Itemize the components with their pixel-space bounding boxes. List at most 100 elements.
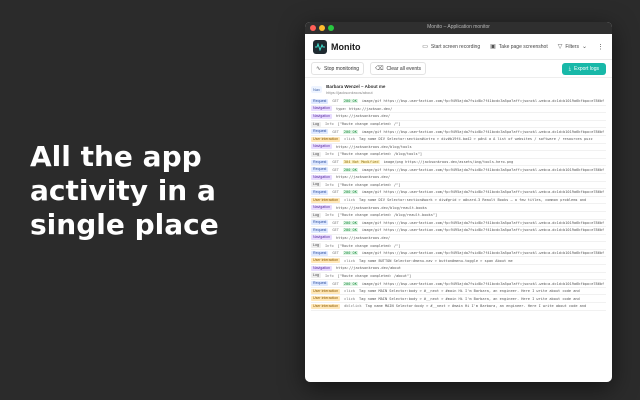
event-method: GET: [332, 160, 339, 165]
event-detail: ["Route change completed: /"]: [337, 182, 401, 187]
clear-events-button[interactable]: ⌫ Clear all events: [370, 62, 427, 75]
log-row[interactable]: Request GET 200 OK image/gif https://bsp.us…: [311, 189, 606, 197]
log-row[interactable]: Navigation type: https://jackson.dev/: [311, 106, 606, 114]
event-type-badge: Navigation: [311, 205, 332, 211]
event-type-badge: Request: [311, 189, 329, 195]
more-options-icon[interactable]: ⋮: [597, 43, 604, 51]
event-log-list[interactable]: Request GET 200 OK image/gif https://bsp.us…: [305, 98, 612, 311]
event-method: click: [344, 296, 355, 301]
event-method: Info: [325, 182, 334, 187]
log-row[interactable]: Navigation https://jacksonkroos.dev/: [311, 113, 606, 121]
log-row[interactable]: Log Info ["Route change completed: /"]: [311, 121, 606, 129]
log-row[interactable]: Log Info ["Route change completed: /"]: [311, 242, 606, 250]
event-method: GET: [332, 220, 339, 225]
event-type-badge: User interaction: [311, 296, 341, 302]
log-row[interactable]: Navigation https://jacksonkroos.dev/: [311, 235, 606, 243]
http-status-badge: 200 OK: [342, 251, 358, 256]
event-method: Info: [325, 243, 334, 248]
event-detail: image/gif https://bsp.userfaction.com/fp…: [361, 129, 605, 134]
event-detail: ["Route change completed: /about"]: [337, 273, 412, 278]
log-row[interactable]: User interaction click Tag name DIV Select…: [311, 197, 606, 205]
log-row[interactable]: Request GET 200 OK image/gif https://bsp.us…: [311, 250, 606, 258]
event-type-badge: User interaction: [311, 136, 341, 142]
event-method: Info: [325, 152, 334, 157]
event-type-badge: Navigation: [311, 235, 332, 241]
log-row[interactable]: Request GET 304 Not Modified image/png http…: [311, 159, 606, 167]
event-type-badge: Request: [311, 227, 329, 233]
window-title: Monito – Application monitor: [427, 24, 490, 30]
event-detail: image/gif https://bsp.userfaction.com/fp…: [361, 281, 605, 286]
log-row[interactable]: User interaction click Tag name MAIN Selec…: [311, 295, 606, 304]
event-method: GET: [332, 99, 339, 104]
filters-label: Filters: [565, 43, 579, 50]
log-row[interactable]: Request GET 200 OK image/gif https://bsp.us…: [311, 280, 606, 288]
event-detail: ["Route change completed: /"]: [337, 243, 401, 248]
log-row[interactable]: User interaction click Tag name DIV Select…: [311, 136, 606, 144]
page-url: https://jacksonkroos/about: [326, 89, 373, 95]
start-recording-button[interactable]: ▭ Start screen recording: [422, 43, 481, 51]
event-detail: image/gif https://bsp.userfaction.com/fp…: [361, 251, 605, 256]
http-status-badge: 200 OK: [342, 190, 358, 195]
event-type-badge: Navigation: [311, 113, 332, 119]
log-row[interactable]: Navigation https://jacksonkroos.dev/blog/…: [311, 204, 606, 212]
event-method: GET: [332, 167, 339, 172]
event-detail: Tag name MAIN Selector:body > #__next > …: [359, 296, 580, 301]
log-row[interactable]: Navigation https://jacksonkroos.dev/about: [311, 265, 606, 273]
event-type-badge: Request: [311, 98, 329, 104]
event-type-badge: User interaction: [311, 258, 341, 264]
http-status-badge: 200 OK: [342, 220, 358, 225]
event-method: Info: [325, 273, 334, 278]
headline: All the app activity in a single place: [30, 140, 280, 242]
log-row[interactable]: User interaction click Tag name BUTTON Sel…: [311, 257, 606, 266]
clear-events-label: Clear all events: [386, 65, 422, 72]
start-recording-label: Start screen recording: [430, 43, 481, 50]
log-row[interactable]: Log Info ["Route change completed: /"]: [311, 182, 606, 190]
log-row[interactable]: User interaction click Tag name MAIN Selec…: [311, 288, 606, 296]
stop-monitoring-label: Stop monitoring: [324, 65, 360, 72]
log-row[interactable]: Request GET 200 OK image/gif https://bsp.us…: [311, 128, 606, 136]
event-detail: Tag name BUTTON Selector:#menu-nav > but…: [359, 258, 513, 263]
stop-monitoring-button[interactable]: ∿ Stop monitoring: [311, 62, 365, 75]
event-type-badge: User interaction: [311, 197, 341, 203]
event-detail: image/gif https://bsp.userfaction.com/fp…: [361, 190, 605, 195]
event-type-badge: Log: [311, 212, 321, 218]
event-type-badge: Request: [311, 220, 329, 226]
log-row[interactable]: Request GET 200 OK image/gif https://bsp.us…: [311, 227, 606, 235]
event-detail: image/gif https://bsp.userfaction.com/fp…: [361, 99, 605, 104]
export-logs-button[interactable]: ⤓ Export logs: [561, 62, 606, 75]
window-titlebar: Monito – Application monitor: [305, 22, 612, 34]
log-row[interactable]: Navigation https://jacksonkroos.dev/: [311, 174, 606, 182]
filters-button[interactable]: ▽ Filters ⌄: [558, 43, 587, 51]
event-detail: image/gif https://bsp.userfaction.com/fp…: [361, 220, 605, 225]
log-row[interactable]: Log Info ["Route change completed: /blog/t…: [311, 151, 606, 159]
event-detail: https://jacksonkroos.dev/: [335, 114, 391, 119]
nav-badge: Nav: [311, 85, 323, 93]
event-method: GET: [332, 281, 339, 286]
take-screenshot-button[interactable]: ▣ Take page screenshot: [490, 43, 548, 51]
log-row[interactable]: Navigation https://jacksonkroos.dev/blog/…: [311, 144, 606, 152]
page-title: Barbara Wenzel – About me: [326, 83, 386, 89]
event-type-badge: Navigation: [311, 106, 332, 112]
log-row[interactable]: Request GET 200 OK image/gif https://bsp.us…: [311, 98, 606, 106]
event-method: GET: [332, 228, 339, 233]
app-header: Monito ▭ Start screen recording ▣ Take p…: [305, 34, 612, 60]
toolbar: ∿ Stop monitoring ⌫ Clear all events ⤓ E…: [305, 60, 612, 78]
log-row[interactable]: Request GET 200 OK image/gif https://bsp.us…: [311, 166, 606, 174]
log-row[interactable]: Log Info ["Route change completed: /blog/r…: [311, 212, 606, 220]
event-method: Info: [325, 213, 334, 218]
event-detail: Tag name DIV Selector:section#work > div…: [359, 198, 587, 203]
event-method: click: [344, 198, 355, 203]
log-row[interactable]: User interaction dblclick Tag name MAIN Se…: [311, 303, 606, 311]
event-detail: image/gif https://bsp.userfaction.com/fp…: [361, 167, 605, 172]
event-type-badge: Request: [311, 167, 329, 173]
event-type-badge: Navigation: [311, 174, 332, 180]
event-method: GET: [332, 251, 339, 256]
event-detail: https://jacksonkroos.dev/: [335, 235, 391, 240]
log-row[interactable]: Request GET 200 OK image/gif https://bsp.us…: [311, 220, 606, 228]
event-type-badge: Request: [311, 250, 329, 256]
event-detail: Tag name MAIN Selector:body > #__next > …: [359, 289, 580, 294]
event-detail: https://jacksonkroos.dev/: [335, 175, 391, 180]
log-row[interactable]: Log Info ["Route change completed: /about"…: [311, 273, 606, 281]
event-detail: Tag name DIV Selector:section#intro > di…: [359, 137, 593, 142]
http-status-badge: 200 OK: [342, 99, 358, 104]
